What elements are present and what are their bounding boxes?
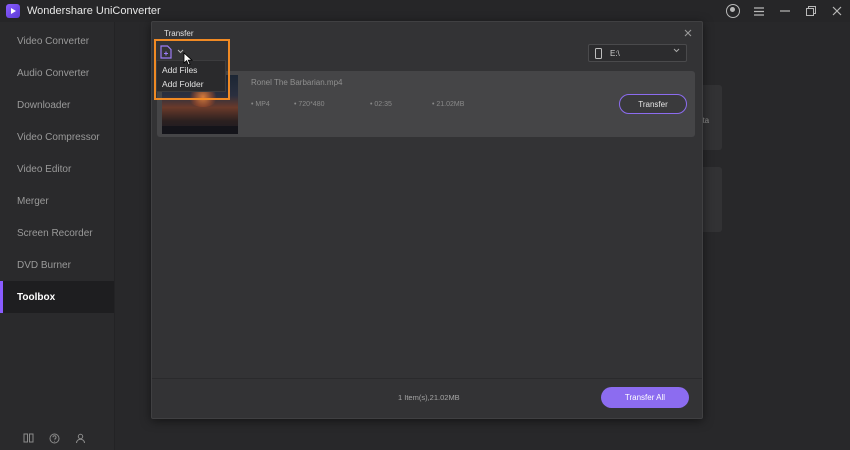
destination-select[interactable]: E:\ bbox=[588, 44, 687, 62]
sidebar-item-toolbox[interactable]: Toolbox bbox=[0, 281, 114, 313]
dialog-close-button[interactable] bbox=[684, 26, 692, 40]
restore-button[interactable] bbox=[804, 4, 818, 18]
transfer-button[interactable]: Transfer bbox=[619, 94, 687, 114]
file-duration: • 02:35 bbox=[370, 101, 392, 108]
file-row[interactable]: Ronel The Barbarian.mp4 • MP4 • 720*480 … bbox=[157, 71, 695, 137]
dialog-footer: 1 Item(s),21.02MB Transfer All bbox=[152, 378, 702, 419]
file-size: • 21.02MB bbox=[432, 101, 465, 108]
minimize-icon bbox=[780, 10, 790, 12]
transfer-dialog: Transfer E:\ Ronel The Barbarian.mp4 • M… bbox=[151, 21, 703, 419]
user-icon bbox=[726, 4, 740, 18]
account-icon[interactable] bbox=[74, 432, 86, 444]
sidebar-item-screen-recorder[interactable]: Screen Recorder bbox=[0, 217, 114, 249]
destination-value: E:\ bbox=[610, 48, 620, 58]
account-button[interactable] bbox=[726, 4, 740, 18]
app-logo-icon bbox=[6, 4, 20, 18]
sidebar-bottom-bar bbox=[0, 432, 115, 444]
restore-icon bbox=[806, 6, 816, 16]
dialog-title: Transfer bbox=[164, 29, 194, 38]
book-icon[interactable] bbox=[22, 432, 34, 444]
close-icon bbox=[832, 6, 842, 16]
sidebar-item-audio-converter[interactable]: Audio Converter bbox=[0, 57, 114, 89]
window-controls bbox=[726, 0, 844, 22]
chevron-down-icon bbox=[673, 48, 680, 55]
minimize-button[interactable] bbox=[778, 4, 792, 18]
sidebar-item-merger[interactable]: Merger bbox=[0, 185, 114, 217]
sidebar-item-downloader[interactable]: Downloader bbox=[0, 89, 114, 121]
file-resolution: • 720*480 bbox=[294, 101, 325, 108]
close-icon bbox=[684, 29, 692, 37]
sidebar: Video Converter Audio Converter Download… bbox=[0, 22, 115, 450]
footer-summary: 1 Item(s),21.02MB bbox=[398, 393, 460, 402]
sidebar-item-video-compressor[interactable]: Video Compressor bbox=[0, 121, 114, 153]
menu-button[interactable] bbox=[752, 4, 766, 18]
file-format: • MP4 bbox=[251, 101, 270, 108]
title-bar: Wondershare UniConverter bbox=[0, 0, 850, 22]
phone-icon bbox=[595, 47, 602, 59]
mouse-cursor-icon bbox=[183, 52, 194, 66]
sidebar-item-video-editor[interactable]: Video Editor bbox=[0, 153, 114, 185]
sidebar-item-video-converter[interactable]: Video Converter bbox=[0, 25, 114, 57]
close-window-button[interactable] bbox=[830, 4, 844, 18]
help-icon[interactable] bbox=[48, 432, 60, 444]
app-title: Wondershare UniConverter bbox=[27, 5, 161, 17]
highlight-box bbox=[154, 39, 230, 100]
hamburger-icon bbox=[754, 6, 764, 16]
file-name: Ronel The Barbarian.mp4 bbox=[251, 78, 343, 87]
transfer-all-button[interactable]: Transfer All bbox=[601, 387, 689, 408]
sidebar-item-dvd-burner[interactable]: DVD Burner bbox=[0, 249, 114, 281]
